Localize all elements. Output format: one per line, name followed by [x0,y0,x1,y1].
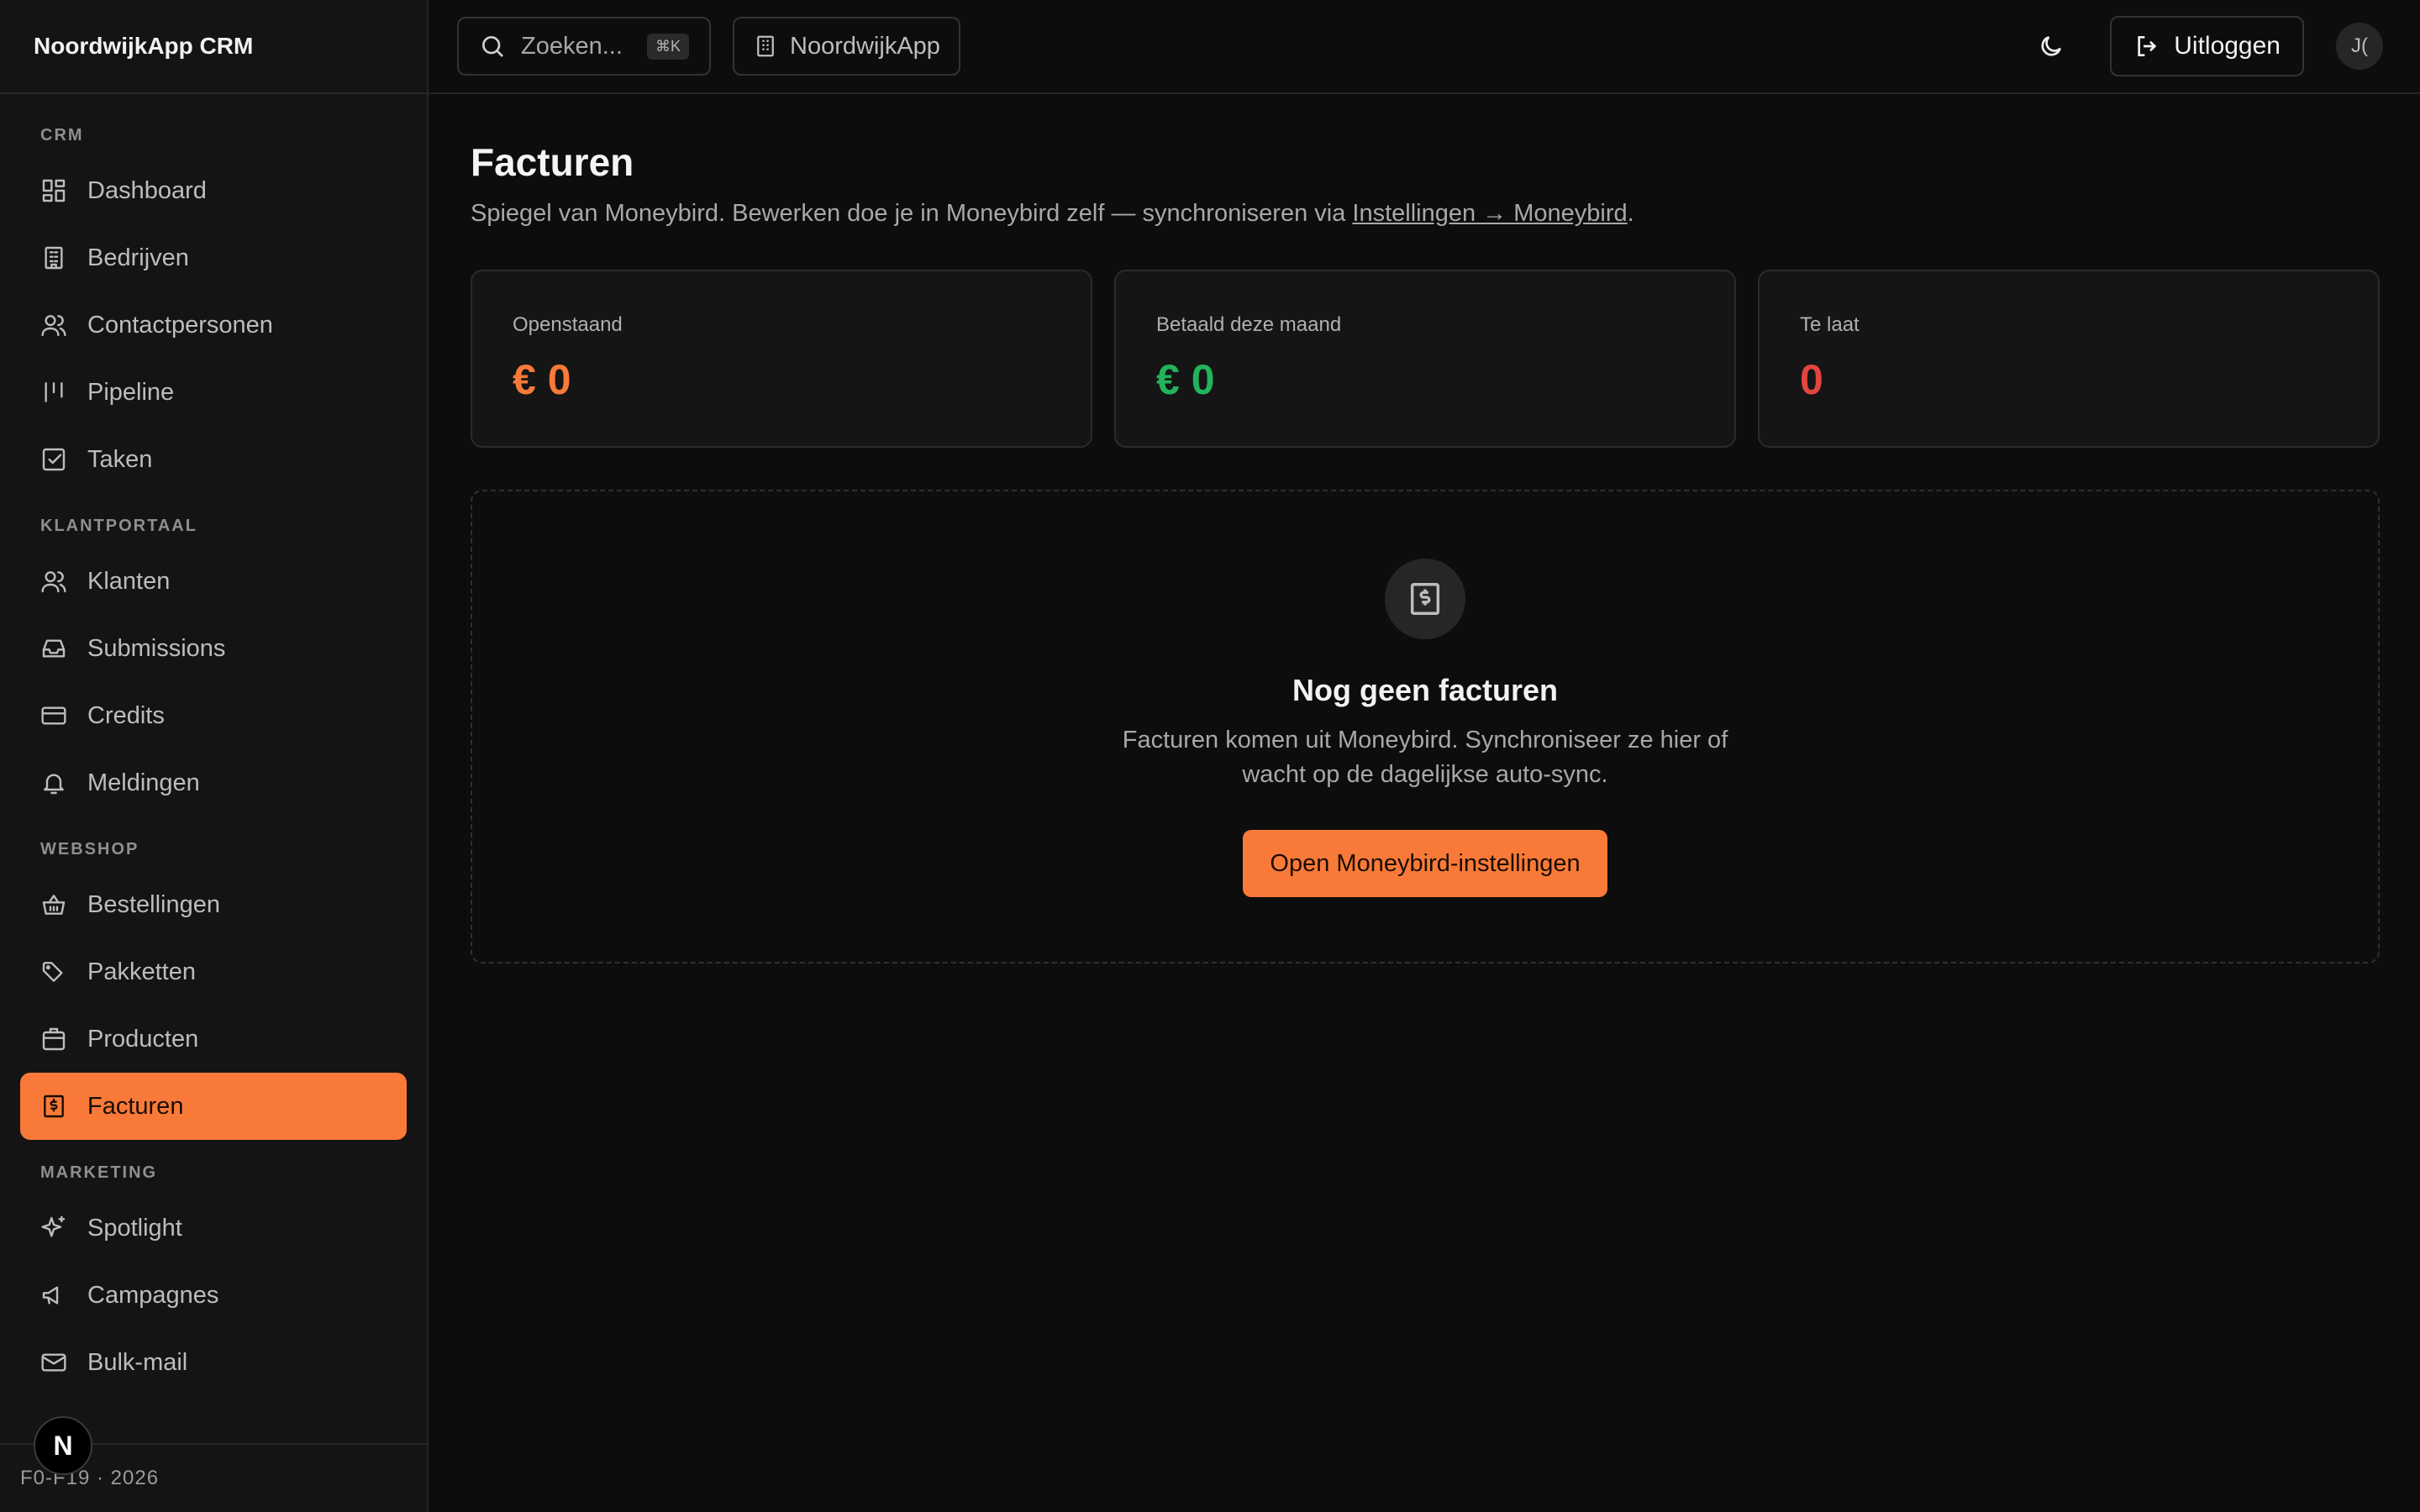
receipt-icon [40,1093,67,1120]
sidebar-nav: CRM Dashboard Bedrijven Contactpersonen … [0,94,427,1443]
empty-state-title: Nog geen facturen [1292,673,1559,707]
sidebar-item-meldingen[interactable]: Meldingen [20,749,407,816]
theme-toggle-button[interactable] [2026,21,2076,71]
search-placeholder: Zoeken... [521,32,623,60]
nav-section-crm: CRM [40,126,84,144]
sidebar-item-pakketten[interactable]: Pakketten [20,938,407,1005]
dev-badge[interactable]: N [34,1416,92,1475]
sidebar-item-label: Bedrijven [87,244,189,271]
brand-name: NoordwijkApp CRM [0,0,427,94]
settings-link[interactable]: Instellingen → Moneybird [1352,200,1627,227]
page-title: Facturen [471,140,634,184]
nav-section-webshop: WEBSHOP [40,840,139,858]
sidebar-item-producten[interactable]: Producten [20,1005,407,1073]
bell-icon [40,769,67,796]
logout-label: Uitloggen [2174,32,2281,60]
receipt-icon [1385,559,1465,639]
search-shortcut: ⌘K [646,33,689,60]
sidebar-item-dashboard[interactable]: Dashboard [20,157,407,224]
inbox-icon [40,635,67,662]
stats-row: Openstaand € 0 Betaald deze maand € 0 Te… [471,270,2380,448]
sidebar-item-label: Bestellingen [87,890,220,918]
building-icon [40,244,67,271]
stat-card-te-laat: Te laat 0 [1758,270,2380,448]
checkbox-icon [40,446,67,473]
stat-value: 0 [1800,356,1823,403]
tags-icon [40,958,67,985]
organization-switcher[interactable]: NoordwijkApp [733,17,960,76]
sidebar-item-label: Spotlight [87,1214,182,1242]
sidebar-item-campagnes[interactable]: Campagnes [20,1262,407,1329]
users-icon [40,568,67,595]
stat-value: € 0 [513,356,571,403]
stat-value: € 0 [1156,356,1215,403]
search-icon [482,36,503,57]
nav-section-marketing: MARKETING [40,1163,158,1182]
dashboard-icon [40,177,67,204]
nav-section-klantportaal: KLANTPORTAAL [40,517,197,535]
sparkles-icon [40,1215,67,1242]
sidebar-item-label: Contactpersonen [87,311,273,339]
basket-icon [40,891,67,918]
sidebar-item-label: Submissions [87,634,226,662]
empty-state: Nog geen facturen Facturen komen uit Mon… [471,490,2380,963]
stat-label: Betaald deze maand [1156,313,1342,336]
open-moneybird-settings-button[interactable]: Open Moneybird-instellingen [1243,830,1607,898]
sidebar-item-label: Klanten [87,567,171,595]
main-content: Facturen Spiegel van Moneybird. Bewerken… [471,94,2380,963]
sidebar-item-label: Credits [87,701,165,729]
sidebar-item-contactpersonen[interactable]: Contactpersonen [20,291,407,359]
sidebar-item-label: Taken [87,445,153,473]
app-root: NoordwijkApp CRM CRM Dashboard Bedrijven… [0,0,2420,1512]
avatar[interactable]: J( [2336,23,2383,70]
sidebar-item-taken[interactable]: Taken [20,426,407,493]
sidebar-item-label: Bulk-mail [87,1348,188,1376]
building-icon [757,35,774,57]
empty-state-text: Facturen komen uit Moneybird. Synchronis… [1122,727,1728,788]
stat-label: Openstaand [513,313,623,336]
search-button[interactable]: Zoeken... ⌘K [457,17,711,76]
sidebar-item-bedrijven[interactable]: Bedrijven [20,224,407,291]
sidebar-item-label: Producten [87,1025,199,1053]
sidebar-item-label: Pakketten [87,958,196,985]
page-subtitle: Spiegel van Moneybird. Bewerken doe je i… [471,200,2380,228]
credit-card-icon [40,702,67,729]
logout-icon [2138,36,2157,56]
stat-card-openstaand: Openstaand € 0 [471,270,1092,448]
sidebar: NoordwijkApp CRM CRM Dashboard Bedrijven… [0,0,429,1512]
sidebar-item-credits[interactable]: Credits [20,682,407,749]
mail-icon [40,1349,67,1376]
pipeline-icon [40,379,67,406]
top-header: Zoeken... ⌘K NoordwijkApp Uitloggen J( [429,0,2420,94]
sidebar-item-spotlight[interactable]: Spotlight [20,1194,407,1262]
package-icon [40,1026,67,1053]
logout-button[interactable]: Uitloggen [2110,16,2304,76]
sidebar-item-label: Pipeline [87,378,175,406]
sidebar-item-label: Dashboard [87,176,207,204]
organization-name: NoordwijkApp [790,32,940,60]
sidebar-item-label: Campagnes [87,1281,219,1309]
sidebar-item-bulk-mail[interactable]: Bulk-mail [20,1329,407,1396]
sidebar-item-submissions[interactable]: Submissions [20,615,407,682]
megaphone-icon [40,1282,67,1309]
sidebar-item-klanten[interactable]: Klanten [20,548,407,615]
stat-label: Te laat [1800,313,1860,336]
sidebar-item-label: Meldingen [87,769,200,796]
sidebar-item-facturen[interactable]: Facturen [20,1073,407,1140]
subtitle-suffix: . [1627,200,1634,227]
users-icon [40,312,67,339]
sidebar-item-pipeline[interactable]: Pipeline [20,359,407,426]
subtitle-text: Spiegel van Moneybird. Bewerken doe je i… [471,200,1353,227]
moon-icon [2041,36,2062,56]
sidebar-item-bestellingen[interactable]: Bestellingen [20,871,407,938]
sidebar-item-label: Facturen [87,1092,184,1120]
stat-card-betaald: Betaald deze maand € 0 [1114,270,1736,448]
